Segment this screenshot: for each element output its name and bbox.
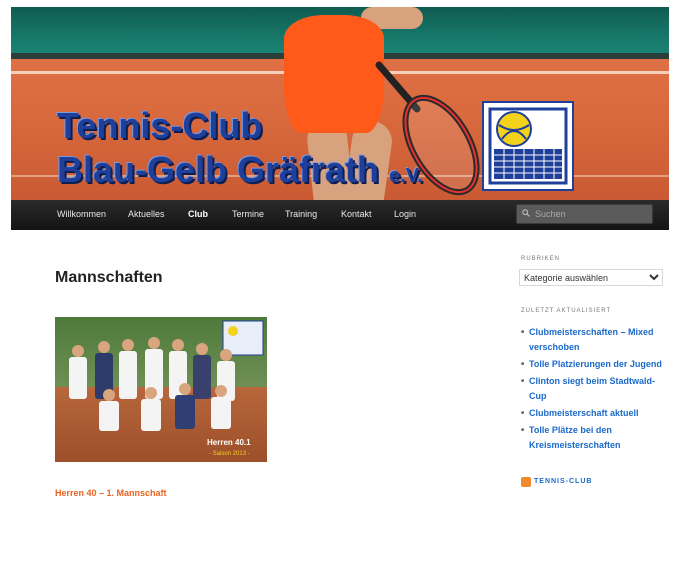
nav-item-club[interactable]: Club xyxy=(188,209,208,219)
team-photo-image: Herren 40.1 - Saison 2013 - xyxy=(55,317,267,462)
site-title-line2: Blau-Gelb Gräfrath e.V. xyxy=(57,149,423,191)
site-container: Tennis-Club Blau-Gelb Gräfrath e.V. Will… xyxy=(11,7,671,498)
nav-item-willkommen[interactable]: Willkommen xyxy=(57,209,106,219)
site-title-line1: Tennis-Club xyxy=(57,105,263,146)
recent-posts-list: Clubmeisterschaften – Mixed verschoben T… xyxy=(521,325,671,455)
nav-item-kontakt[interactable]: Kontakt xyxy=(341,209,372,219)
team-photo[interactable]: Herren 40.1 - Saison 2013 - xyxy=(55,317,267,462)
category-select[interactable]: Kategorie auswählen xyxy=(519,269,663,286)
search-icon xyxy=(522,209,530,217)
search-box[interactable] xyxy=(516,204,653,224)
rss-icon xyxy=(521,477,531,487)
photo-label-season: - Saison 2013 - xyxy=(209,451,250,457)
recent-post-link[interactable]: Tolle Platzierungen der Jugend xyxy=(521,357,671,372)
categories-heading: RUBRIKEN xyxy=(521,256,561,262)
nav-item-login[interactable]: Login xyxy=(394,209,416,219)
recent-post-link[interactable]: Tolle Plätze bei den Kreismeisterschafte… xyxy=(521,423,671,453)
team-caption-link[interactable]: Herren 40 – 1. Mannschaft xyxy=(55,488,167,498)
page: Tennis-Club Blau-Gelb Gräfrath e.V. Will… xyxy=(0,0,697,581)
nav-item-aktuelles[interactable]: Aktuelles xyxy=(128,209,165,219)
club-logo-icon xyxy=(482,101,574,191)
recent-post-link[interactable]: Clinton siegt beim Stadtwald-Cup xyxy=(521,374,671,404)
header-banner[interactable]: Tennis-Club Blau-Gelb Gräfrath e.V. xyxy=(11,7,669,200)
rss-label: TENNIS-CLUB xyxy=(534,478,593,485)
page-title: Mannschaften xyxy=(55,269,163,286)
recent-post-link[interactable]: Clubmeisterschaft aktuell xyxy=(521,406,671,421)
photo-label-team: Herren 40.1 xyxy=(207,438,251,447)
site-title-name: Blau-Gelb Gräfrath xyxy=(57,149,380,190)
nav-item-termine[interactable]: Termine xyxy=(232,209,264,219)
search-input[interactable] xyxy=(533,206,649,222)
recent-heading: ZULETZT AKTUALISIERT xyxy=(521,308,612,314)
recent-post-link[interactable]: Clubmeisterschaften – Mixed verschoben xyxy=(521,325,671,355)
nav-item-training[interactable]: Training xyxy=(285,209,317,219)
player-skirt xyxy=(284,15,384,133)
site-title-suffix: e.V. xyxy=(389,165,423,187)
